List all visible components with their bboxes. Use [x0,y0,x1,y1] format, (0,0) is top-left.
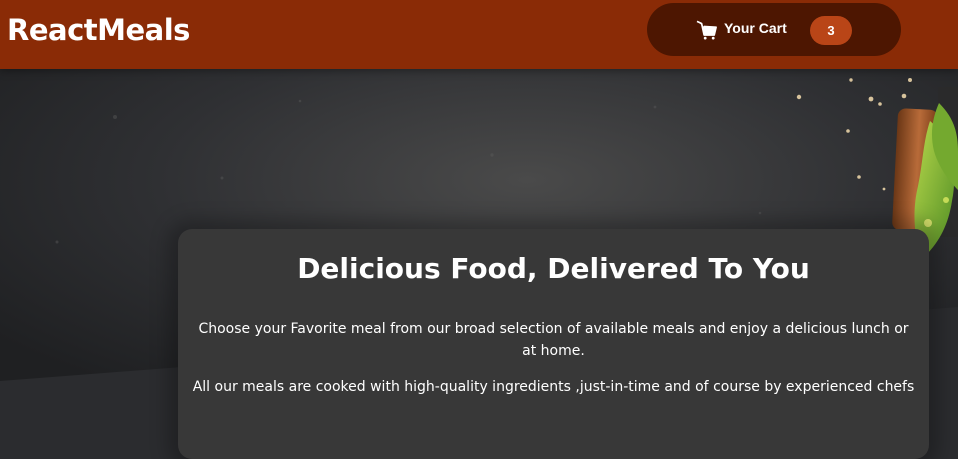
app-header: ReactMeals Your Cart 3 [0,0,958,69]
cart-count-badge: 3 [810,16,852,45]
brand-title: ReactMeals [7,13,190,47]
your-cart-button[interactable]: Your Cart 3 [647,3,901,56]
meals-summary-card: Delicious Food, Delivered To You Choose … [178,229,929,459]
cart-icon [695,18,719,42]
cart-label: Your Cart [724,20,787,36]
summary-paragraph-2: All our meals are cooked with high-quali… [192,379,915,395]
summary-title: Delicious Food, Delivered To You [297,252,810,285]
summary-paragraph-1: Choose your Favorite meal from our broad… [198,321,909,359]
